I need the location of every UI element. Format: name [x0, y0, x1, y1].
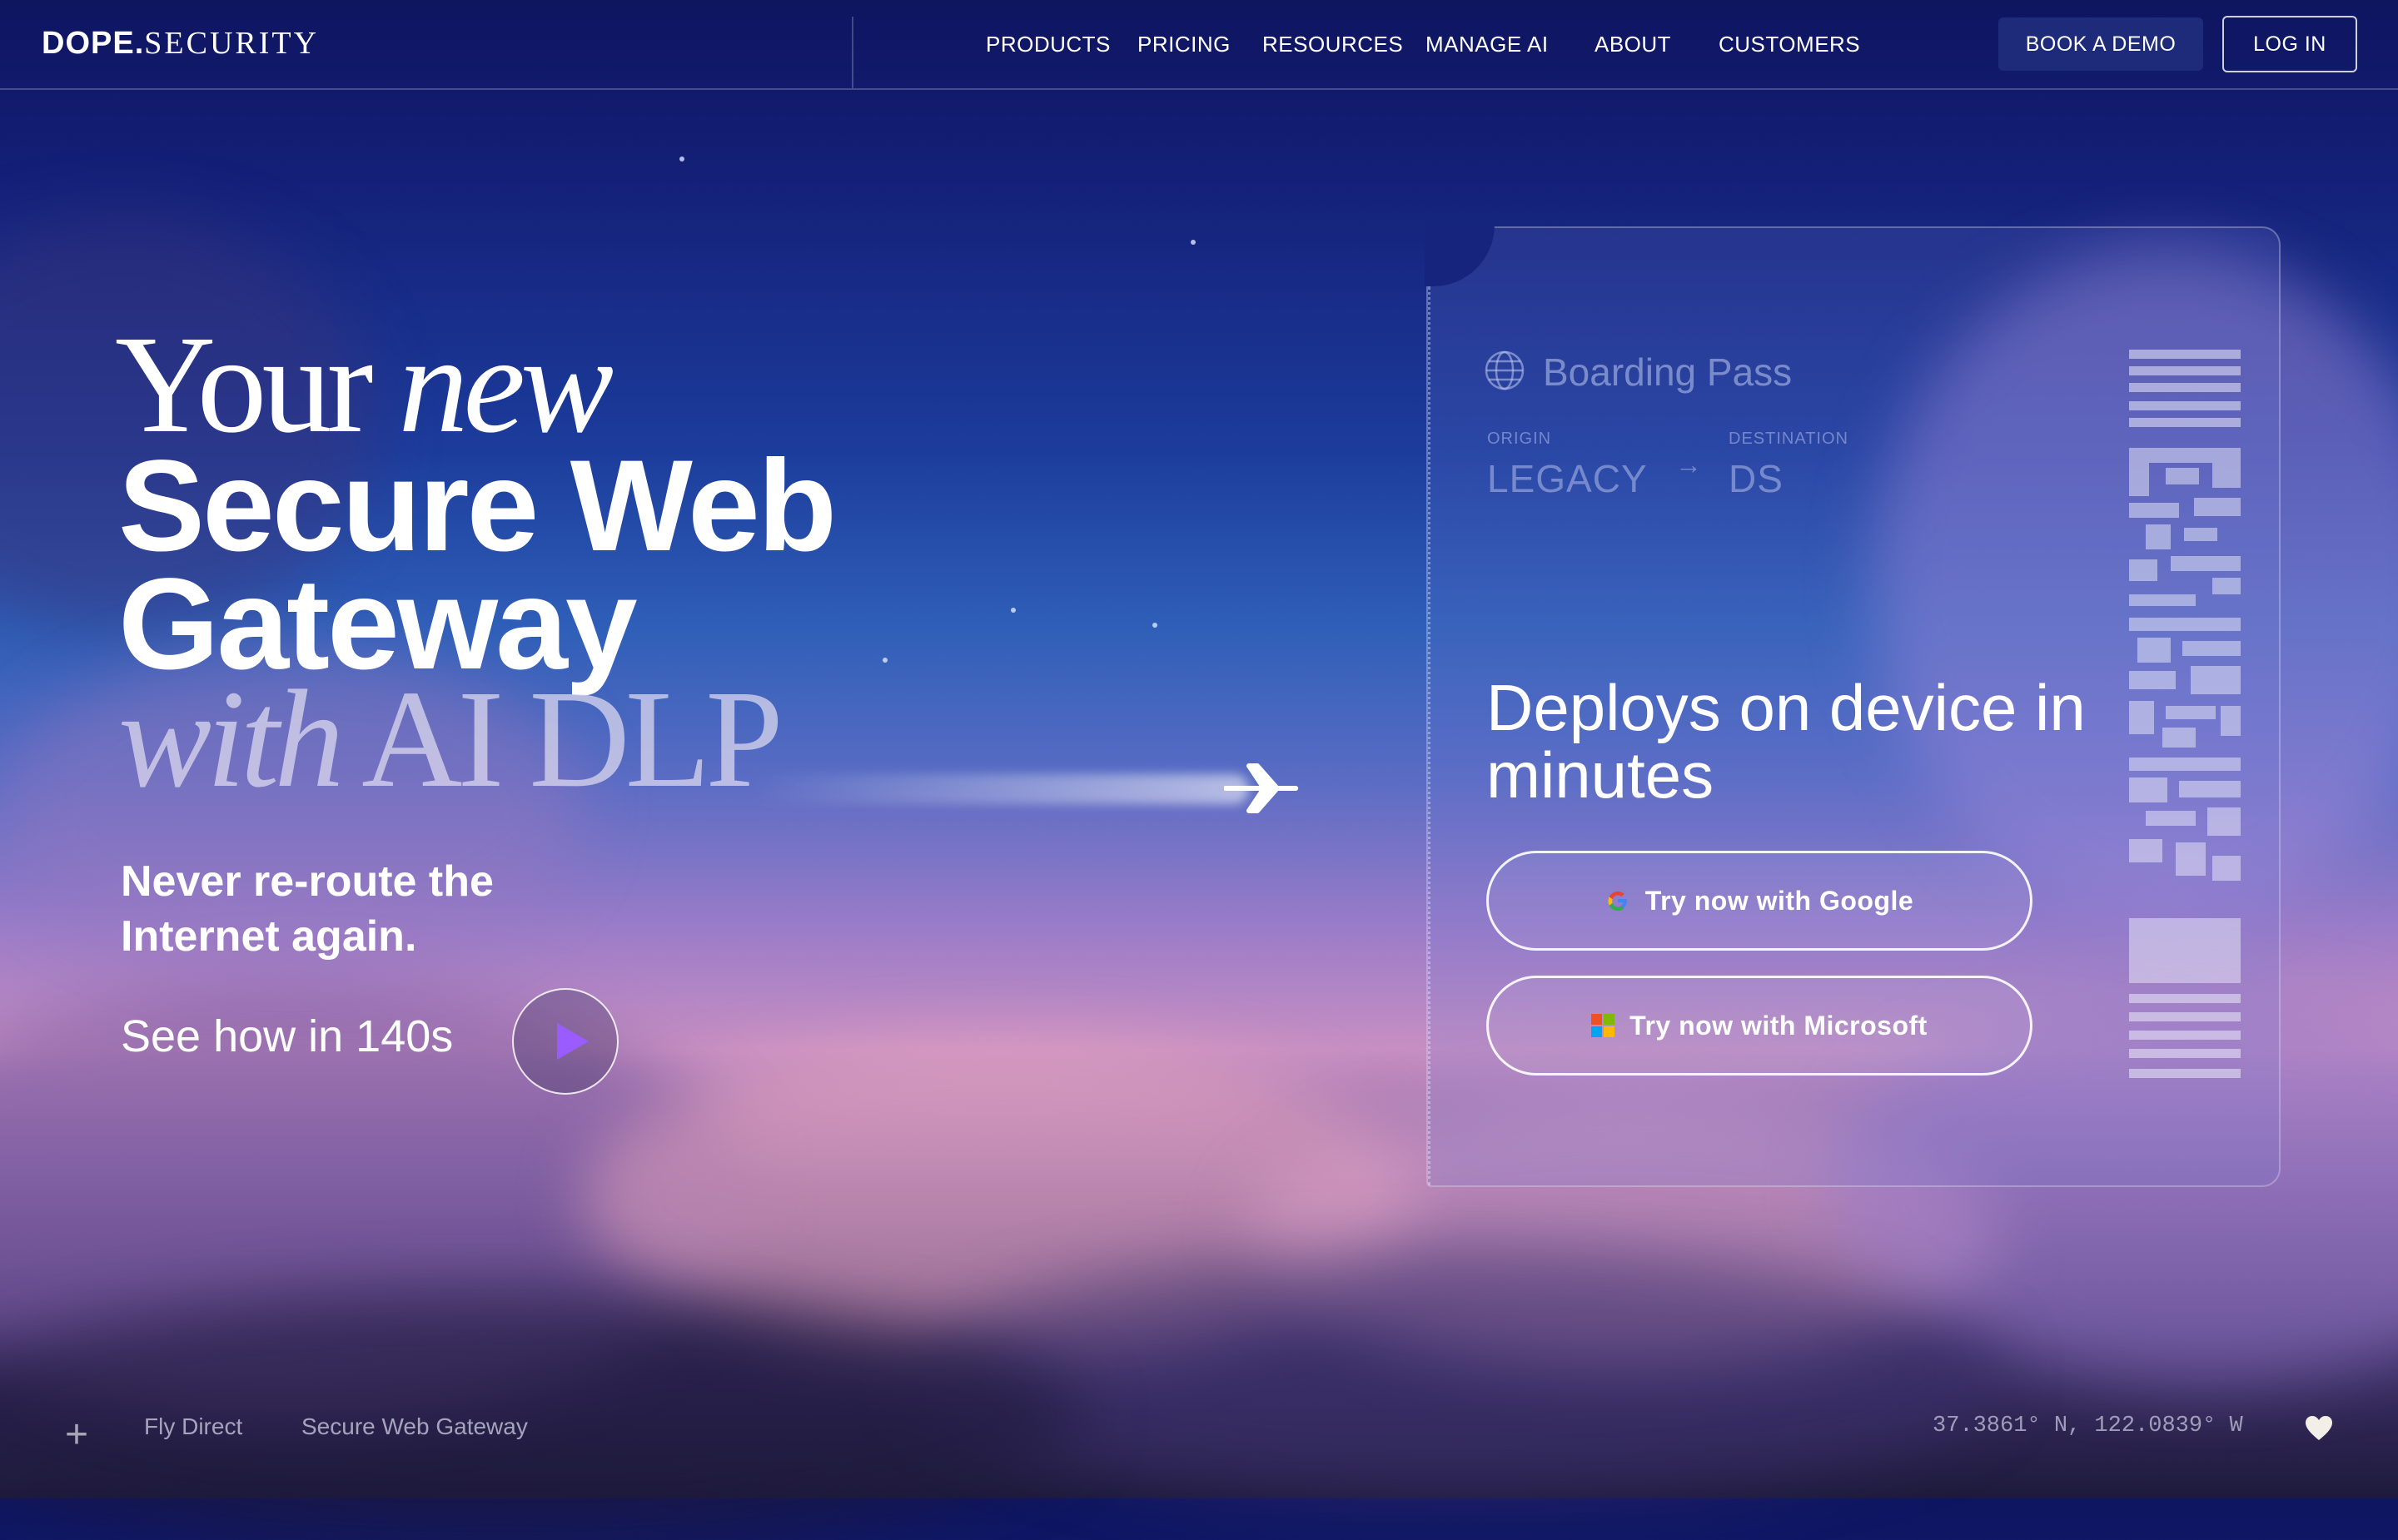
origin-label: ORIGIN [1487, 430, 1552, 448]
heart-icon[interactable] [2305, 1415, 2333, 1442]
nav-link-pricing[interactable]: PRICING [1137, 32, 1231, 57]
dope-security-logo[interactable]: DOPE.SECURITY [42, 25, 319, 62]
pass-perforation [1428, 286, 1430, 1185]
footer-tag-fly-direct: Fly Direct [144, 1413, 243, 1439]
see-how-text[interactable]: See how in 140s [121, 1011, 453, 1062]
google-cta-label: Try now with Google [1644, 885, 1914, 916]
microsoft-cta-label: Try now with Microsoft [1629, 1010, 1928, 1041]
hero-subheading: Never re-route the Internet again. [121, 857, 494, 961]
play-video-button[interactable] [512, 988, 619, 1095]
deploy-headline: Deploys on device in minutes [1486, 671, 2086, 812]
headline-ai-dlp: AI DLP [361, 662, 784, 817]
boarding-pass-title: Boarding Pass [1543, 350, 1793, 394]
origin-code: LEGACY [1487, 457, 1648, 500]
microsoft-icon [1591, 1014, 1615, 1037]
destination-code: DS [1729, 457, 1784, 500]
logo-light: SECURITY [144, 26, 320, 61]
qr-pattern [2129, 448, 2241, 881]
try-microsoft-button[interactable]: Try now with Microsoft [1486, 976, 2032, 1076]
nav-link-customers[interactable]: CUSTOMERS [1719, 32, 1860, 57]
nav-link-about[interactable]: ABOUT [1595, 32, 1671, 57]
pass-notch [1425, 225, 1495, 286]
footer-tag-swg: Secure Web Gateway [301, 1413, 528, 1439]
globe-icon [1485, 350, 1525, 390]
top-navigation: DOPE.SECURITY PRODUCTS PRICING RESOURCES… [0, 0, 2398, 90]
nav-divider [852, 17, 853, 88]
try-google-button[interactable]: Try now with Google [1486, 851, 2032, 951]
airplane-trail [749, 774, 1249, 804]
logo-bold: DOPE. [42, 26, 145, 61]
route-arrow: → [1675, 450, 1702, 479]
barcode-block [2129, 918, 2241, 983]
destination-label: DESTINATION [1729, 430, 1848, 448]
google-icon [1605, 888, 1630, 913]
nav-link-manage-ai[interactable]: MANAGE AI [1425, 32, 1549, 57]
book-demo-button[interactable]: BOOK A DEMO [1998, 17, 2203, 71]
hero-headline-line4: with AI DLP [118, 669, 784, 809]
nav-link-resources[interactable]: RESOURCES [1262, 32, 1403, 57]
nav-link-products[interactable]: PRODUCTS [986, 32, 1111, 57]
log-in-button[interactable]: LOG IN [2222, 16, 2357, 72]
footer-coordinates: 37.3861° N, 122.0839° W [1933, 1413, 2243, 1438]
airplane-icon [1224, 763, 1299, 813]
plus-icon[interactable]: + [65, 1415, 88, 1455]
play-icon [557, 1023, 589, 1060]
headline-with: with [118, 662, 344, 817]
boarding-pass-barcode [2129, 350, 2241, 1082]
